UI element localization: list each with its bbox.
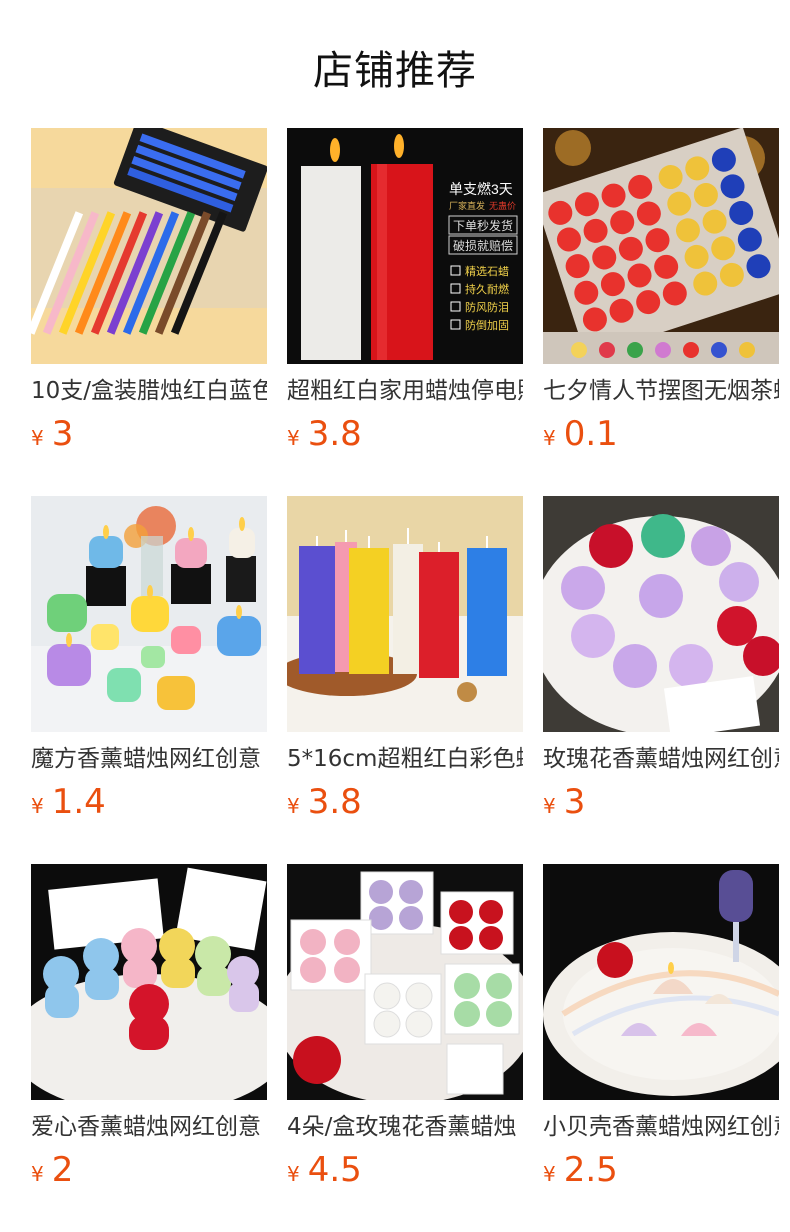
product-card[interactable]: 4朵/盒玫瑰花香薰蜡烛 ¥4.5 xyxy=(287,864,523,1190)
product-image-bear-candles[interactable] xyxy=(31,864,267,1100)
product-image-rose-gift-boxes[interactable] xyxy=(287,864,523,1100)
currency-symbol: ¥ xyxy=(543,1162,556,1186)
product-image-pillar-candles[interactable]: 单支燃3天 厂家直发 无蛊价 下单秒发货 破损就赔偿 精选石蜡 持久耐燃 防风防… xyxy=(287,128,523,364)
price-value: 0.1 xyxy=(563,414,618,454)
product-card[interactable]: 爱心香薰蜡烛网红创意 ¥2 xyxy=(31,864,267,1190)
currency-symbol: ¥ xyxy=(31,794,44,818)
product-price: ¥2 xyxy=(31,1150,73,1190)
overlay-feature: 持久耐燃 xyxy=(465,282,509,296)
product-image-bubble-cube-candles[interactable] xyxy=(31,496,267,732)
product-image-rose-candles[interactable] xyxy=(543,496,779,732)
product-price: ¥4.5 xyxy=(287,1150,362,1190)
product-price: ¥2.5 xyxy=(543,1150,618,1190)
product-card[interactable]: 小贝壳香薰蜡烛网红创意 ¥2.5 xyxy=(543,864,779,1190)
overlay-sub2: 无蛊价 xyxy=(489,201,516,211)
price-value: 1.4 xyxy=(51,782,106,822)
product-card[interactable]: 魔方香薰蜡烛网红创意 ¥1.4 xyxy=(31,496,267,822)
overlay-tag2: 破损就赔偿 xyxy=(453,238,513,253)
price-value: 2.5 xyxy=(563,1150,618,1190)
product-price: ¥3 xyxy=(31,414,73,454)
product-name[interactable]: 魔方香薰蜡烛网红创意 xyxy=(31,744,267,774)
product-name[interactable]: 10支/盒装腊烛红白蓝色家用停电照明 xyxy=(31,376,267,406)
price-value: 3 xyxy=(563,782,586,822)
product-price: ¥3.8 xyxy=(287,414,362,454)
product-image-colored-pillar-candles[interactable] xyxy=(287,496,523,732)
product-card[interactable]: 10支/盒装腊烛红白蓝色家用停电照明 ¥3 xyxy=(31,128,267,454)
price-value: 3.8 xyxy=(307,782,362,822)
product-image-tealight-candles[interactable] xyxy=(543,128,779,364)
currency-symbol: ¥ xyxy=(287,794,300,818)
product-card[interactable]: 5*16cm超粗红白彩色蜡烛 ¥3.8 xyxy=(287,496,523,822)
product-price: ¥3.8 xyxy=(287,782,362,822)
product-image-shell-candles[interactable] xyxy=(543,864,779,1100)
currency-symbol: ¥ xyxy=(287,1162,300,1186)
overlay-sub1: 厂家直发 xyxy=(449,200,485,211)
product-grid: 10支/盒装腊烛红白蓝色家用停电照明 ¥3 单支燃3天 厂家直发 无蛊价 下单秒… xyxy=(31,128,779,1190)
product-name[interactable]: 爱心香薰蜡烛网红创意 xyxy=(31,1112,267,1142)
product-image-taper-candles[interactable] xyxy=(31,128,267,364)
product-name[interactable]: 4朵/盒玫瑰花香薰蜡烛 xyxy=(287,1112,523,1142)
product-name[interactable]: 小贝壳香薰蜡烛网红创意 xyxy=(543,1112,779,1142)
overlay-feature: 精选石蜡 xyxy=(465,265,509,278)
currency-symbol: ¥ xyxy=(543,794,556,818)
product-price: ¥0.1 xyxy=(543,414,618,454)
price-value: 4.5 xyxy=(307,1150,362,1190)
currency-symbol: ¥ xyxy=(287,426,300,450)
product-name[interactable]: 七夕情人节摆图无烟茶蜡 xyxy=(543,376,779,406)
currency-symbol: ¥ xyxy=(31,1162,44,1186)
overlay-headline: 单支燃3天 xyxy=(449,181,513,197)
product-name[interactable]: 玫瑰花香薰蜡烛网红创意 xyxy=(543,744,779,774)
overlay-feature: 防风防泪 xyxy=(465,300,509,314)
currency-symbol: ¥ xyxy=(543,426,556,450)
product-card[interactable]: 单支燃3天 厂家直发 无蛊价 下单秒发货 破损就赔偿 精选石蜡 持久耐燃 防风防… xyxy=(287,128,523,454)
product-card[interactable]: 玫瑰花香薰蜡烛网红创意 ¥3 xyxy=(543,496,779,822)
product-name[interactable]: 5*16cm超粗红白彩色蜡烛 xyxy=(287,744,523,774)
overlay-tag1: 下单秒发货 xyxy=(453,218,513,233)
price-value: 3 xyxy=(51,414,74,454)
product-price: ¥1.4 xyxy=(31,782,106,822)
overlay-feature: 防倒加固 xyxy=(465,318,509,332)
product-name[interactable]: 超粗红白家用蜡烛停电照明 xyxy=(287,376,523,406)
price-value: 3.8 xyxy=(307,414,362,454)
product-price: ¥3 xyxy=(543,782,585,822)
price-value: 2 xyxy=(51,1150,74,1190)
product-card[interactable]: 七夕情人节摆图无烟茶蜡 ¥0.1 xyxy=(543,128,779,454)
page-title: 店铺推荐 xyxy=(313,48,477,94)
currency-symbol: ¥ xyxy=(31,426,44,450)
